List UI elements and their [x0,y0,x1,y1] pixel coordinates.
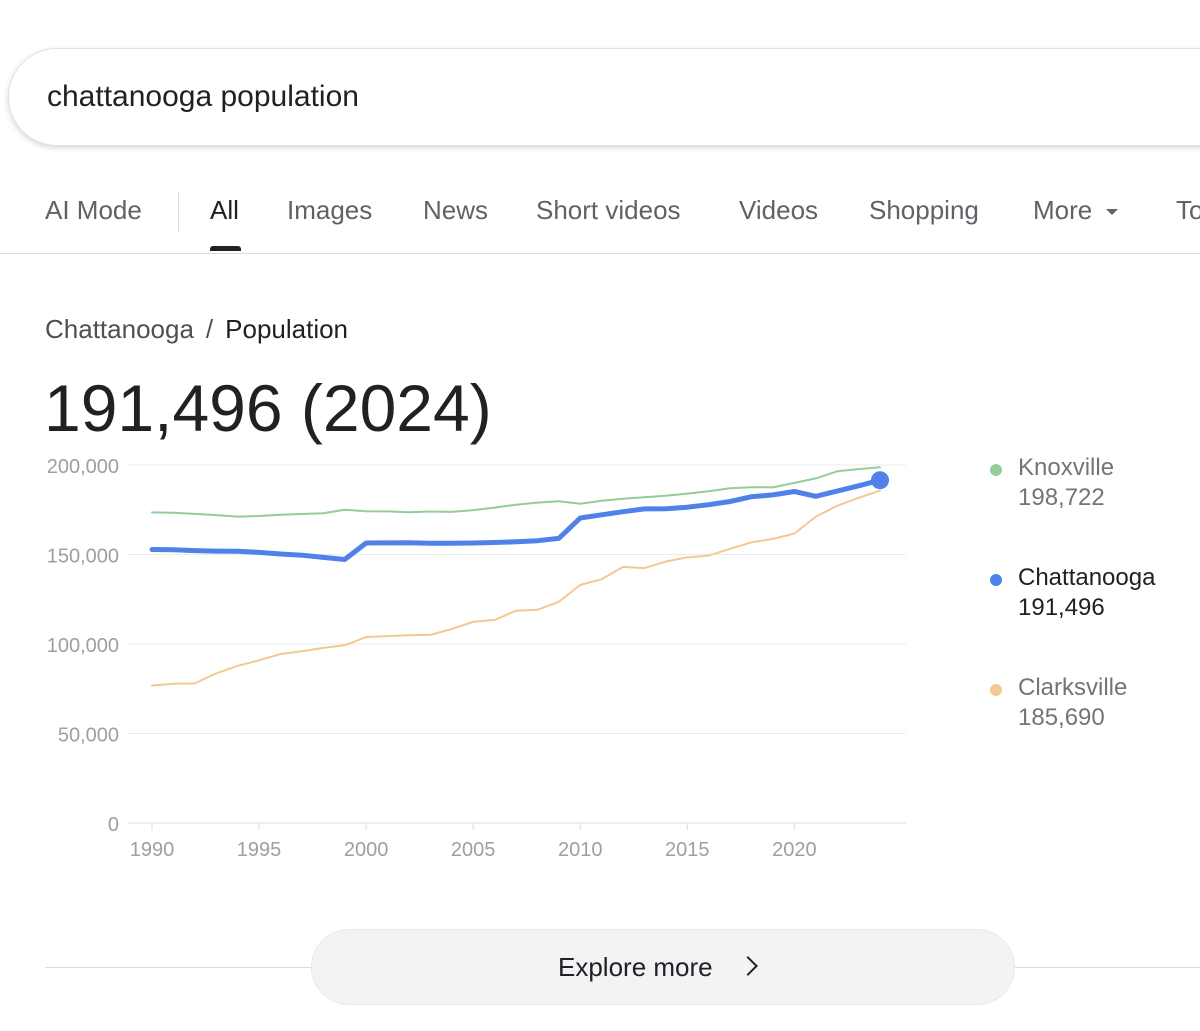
chevron-right-icon [738,956,758,976]
tabs-divider [0,253,1200,254]
legend-name: Chattanooga [1018,564,1156,591]
tab-short-videos[interactable]: Short videos [536,195,681,226]
tab-more[interactable]: More [1033,195,1119,226]
tab-all[interactable]: All [210,195,239,226]
legend-name: Clarksville [1018,674,1128,701]
tab-ai-mode[interactable]: AI Mode [45,195,142,226]
legend-name: Knoxville [1018,454,1115,481]
tab-images[interactable]: Images [287,195,372,226]
explore-more-label: Explore more [558,952,713,982]
x-tick-label: 2015 [665,839,710,861]
tab-tools[interactable]: To [1176,195,1200,226]
x-tick-label: 2005 [451,839,496,861]
y-tick-label: 0 [108,814,119,836]
x-tick-label: 2010 [558,839,603,861]
x-tick-label: 2020 [772,839,817,861]
series-line-clarksville [151,489,881,687]
population-chart[interactable]: 0 50,000 100,000 150,000 200,000 1990 1995 2000… [0,440,960,870]
y-tick-label: 100,000 [47,635,119,657]
explore-more-button[interactable]: Explore more [311,929,1015,1005]
highlight-point [871,471,889,490]
legend-value: 198,722 [1018,484,1105,511]
x-tick-label: 2000 [344,839,389,861]
series-line-knoxville [151,466,881,518]
x-tick-label: 1995 [237,839,282,861]
tab-more-label: More [1033,195,1093,225]
tab-shopping[interactable]: Shopping [869,195,979,226]
search-input[interactable] [47,73,947,121]
breadcrumb-separator: / [205,314,214,344]
legend-dot-icon [990,684,1002,696]
tab-separator [178,193,179,231]
y-tick-label: 150,000 [47,546,119,568]
legend-dot-icon [990,574,1002,586]
series-line-chattanooga [149,477,883,562]
y-tick-label: 200,000 [47,456,119,478]
tab-news[interactable]: News [423,195,488,226]
active-tab-indicator [210,246,241,251]
tab-videos[interactable]: Videos [739,195,818,226]
y-tick-label: 50,000 [58,725,119,747]
legend-dot-icon [990,464,1002,476]
search-tabs: AI Mode All Images News Short videos Vid… [0,175,1200,253]
caret-down-icon [1106,209,1119,216]
breadcrumb: Chattanooga / Population [45,314,348,345]
search-box[interactable] [8,48,1200,146]
population-headline: 191,496 (2024) [44,371,492,445]
x-tick-label: 1990 [130,839,175,861]
legend-value: 191,496 [1018,594,1105,621]
breadcrumb-parent[interactable]: Chattanooga [45,314,194,344]
breadcrumb-current: Population [225,314,349,344]
legend-value: 185,690 [1018,704,1105,731]
